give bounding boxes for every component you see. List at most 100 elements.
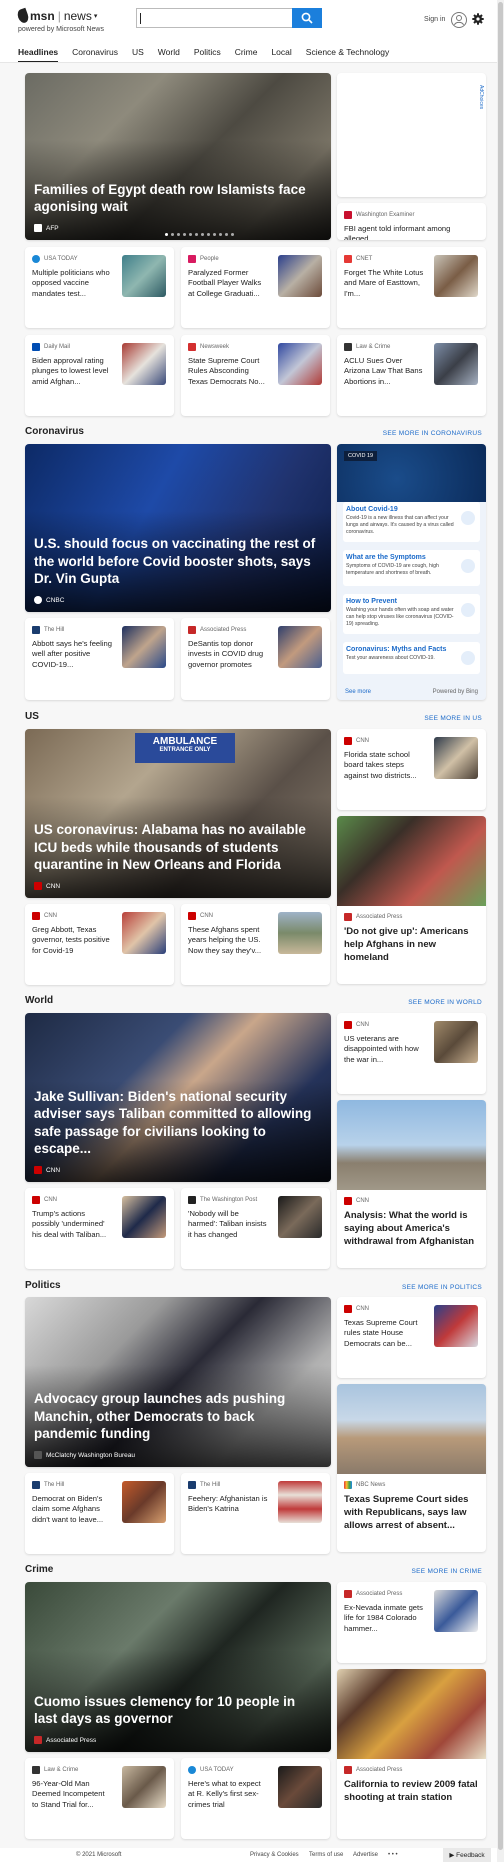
feedback-button[interactable]: ▶ Feedback <box>443 1848 491 1862</box>
brand-news: news <box>63 9 92 23</box>
covid-info-panel: COVID 19 About Covid-19 Covid-19 is a ne… <box>337 444 486 700</box>
card-thumbnail <box>122 626 166 668</box>
sign-in-link[interactable]: Sign in <box>424 16 445 23</box>
advertisement-slot[interactable]: AdChoices <box>337 73 486 197</box>
card-thumbnail <box>278 343 322 385</box>
news-card[interactable]: The Hill Abbott says he's feeling well a… <box>25 618 174 700</box>
see-more-politics-link[interactable]: SEE MORE IN POLITICS <box>402 1284 482 1291</box>
see-more-coronavirus-link[interactable]: SEE MORE IN CORONAVIRUS <box>383 430 482 437</box>
coronavirus-hero-card[interactable]: U.S. should focus on vaccinating the res… <box>25 444 331 612</box>
card-thumbnail <box>434 737 478 779</box>
side-news-card[interactable]: Washington Examiner FBI agent told infor… <box>337 203 486 240</box>
tab-politics[interactable]: Politics <box>194 47 221 63</box>
world-hero-card[interactable]: Jake Sullivan: Biden's national security… <box>25 1013 331 1182</box>
card-thumbnail <box>434 1021 478 1063</box>
brand-msn: msn <box>30 9 55 23</box>
news-card[interactable]: Law & Crime 96-Year-Old Man Deemed Incom… <box>25 1758 174 1839</box>
newsweek-logo-icon <box>188 343 196 351</box>
terms-link[interactable]: Terms of use <box>309 1852 343 1858</box>
powered-by: powered by Microsoft News <box>18 26 104 33</box>
settings-gear-icon[interactable] <box>472 12 484 30</box>
advertise-link[interactable]: Advertise <box>353 1852 378 1858</box>
see-more-world-link[interactable]: SEE MORE IN WORLD <box>408 999 482 1006</box>
carousel-dots[interactable] <box>165 233 237 236</box>
news-card[interactable]: USA TODAY Multiple politicians who oppos… <box>25 247 174 328</box>
usatoday-logo-icon <box>188 1766 196 1774</box>
adchoices-label[interactable]: AdChoices <box>478 85 484 109</box>
cnn-logo-icon <box>344 1305 352 1313</box>
ap-logo-icon <box>344 1766 352 1774</box>
cnn-logo-icon <box>34 1166 42 1174</box>
page-scrollbar[interactable] <box>497 0 504 1862</box>
us-hero-card[interactable]: AMBULANCE ENTRANCE ONLY US coronavirus: … <box>25 729 331 898</box>
thehill-logo-icon <box>32 1481 40 1489</box>
tab-world[interactable]: World <box>158 47 180 63</box>
chevron-down-icon[interactable]: ▾ <box>94 12 98 20</box>
usatoday-logo-icon <box>32 255 40 263</box>
tab-coronavirus[interactable]: Coronavirus <box>72 47 118 63</box>
ap-logo-icon <box>344 1590 352 1598</box>
news-card[interactable]: The Hill Democrat on Biden's claim some … <box>25 1473 174 1554</box>
privacy-link[interactable]: Privacy & Cookies <box>250 1852 299 1858</box>
user-avatar-icon[interactable] <box>451 12 467 28</box>
news-card[interactable]: CNN US veterans are disappointed with ho… <box>337 1013 486 1094</box>
news-card[interactable]: The Washington Post 'Nobody will be harm… <box>181 1188 330 1269</box>
mcclatchy-logo-icon <box>34 1451 42 1459</box>
news-card-tall[interactable]: NBC News Texas Supreme Court sides with … <box>337 1384 486 1552</box>
tab-science-technology[interactable]: Science & Technology <box>306 47 389 63</box>
card-title: FBI agent told informant among alleged..… <box>344 224 451 240</box>
news-card[interactable]: Associated Press Ex-Nevada inmate gets l… <box>337 1582 486 1663</box>
thehill-logo-icon <box>32 626 40 634</box>
tab-us[interactable]: US <box>132 47 144 63</box>
news-card[interactable]: USA TODAY Here's what to expect at R. Ke… <box>181 1758 330 1839</box>
card-image <box>337 1100 486 1190</box>
covid-info-prevent[interactable]: How to Prevent Washing your hands often … <box>343 594 480 634</box>
cnn-logo-icon <box>34 882 42 890</box>
section-heading-us: US <box>25 711 39 722</box>
politics-hero-card[interactable]: Advocacy group launches ads pushing Manc… <box>25 1297 331 1467</box>
see-more-us-link[interactable]: SEE MORE IN US <box>424 715 482 722</box>
scrollbar-thumb[interactable] <box>498 2 503 1850</box>
tab-crime[interactable]: Crime <box>235 47 258 63</box>
news-card[interactable]: CNN Texas Supreme Court rules state Hous… <box>337 1297 486 1378</box>
thermometer-icon <box>461 559 475 573</box>
news-card[interactable]: CNET Forget The White Lotus and Mare of … <box>337 247 486 328</box>
news-card[interactable]: CNN Trump's actions possibly 'undermined… <box>25 1188 174 1269</box>
cnn-logo-icon <box>344 1197 352 1205</box>
covid-badge: COVID 19 <box>344 451 378 461</box>
card-thumbnail <box>122 343 166 385</box>
covid-info-myths[interactable]: Coronavirus: Myths and Facts Test your a… <box>343 642 480 674</box>
card-source: Washington Examiner <box>344 211 414 219</box>
news-card[interactable]: CNN Greg Abbott, Texas governor, tests p… <box>25 904 174 985</box>
covid-info-about[interactable]: About Covid-19 Covid-19 is a new illness… <box>343 502 480 542</box>
news-card[interactable]: People Paralyzed Former Football Player … <box>181 247 330 328</box>
news-card[interactable]: Newsweek State Supreme Court Rules Absco… <box>181 335 330 416</box>
news-card[interactable]: Daily Mail Biden approval rating plunges… <box>25 335 174 416</box>
news-card-tall[interactable]: Associated Press California to review 20… <box>337 1669 486 1839</box>
more-options-icon[interactable]: • • • <box>388 1852 398 1858</box>
news-card[interactable]: CNN Florida state school board takes ste… <box>337 729 486 810</box>
source-logo-icon <box>344 211 352 219</box>
news-card[interactable]: Law & Crime ACLU Sues Over Arizona Law T… <box>337 335 486 416</box>
search-button[interactable] <box>292 8 322 28</box>
tab-headlines[interactable]: Headlines <box>18 47 59 63</box>
quiz-icon <box>461 651 475 665</box>
card-thumbnail <box>122 1766 166 1808</box>
crime-hero-card[interactable]: Cuomo issues clemency for 10 people in l… <box>25 1582 331 1752</box>
card-thumbnail <box>434 255 478 297</box>
category-nav: Headlines Coronavirus US World Politics … <box>18 47 403 63</box>
covid-info-symptoms[interactable]: What are the Symptoms Symptoms of COVID-… <box>343 550 480 586</box>
tab-local[interactable]: Local <box>271 47 291 63</box>
news-card[interactable]: The Hill Feehery: Afghanistan is Biden's… <box>181 1473 330 1554</box>
msn-logo[interactable]: msn | news ▾ <box>15 7 98 25</box>
news-card-tall[interactable]: CNN Analysis: What the world is saying a… <box>337 1100 486 1268</box>
card-image <box>337 1669 486 1759</box>
covid-see-more-link[interactable]: See more <box>345 689 371 695</box>
news-card[interactable]: Associated Press DeSantis top donor inve… <box>181 618 330 700</box>
news-card[interactable]: CNN These Afghans spent years helping th… <box>181 904 330 985</box>
nbcnews-logo-icon <box>344 1481 352 1489</box>
hero-title: Families of Egypt death row Islamists fa… <box>34 181 306 215</box>
top-hero-card[interactable]: Families of Egypt death row Islamists fa… <box>25 73 331 240</box>
news-card-tall[interactable]: Associated Press 'Do not give up': Ameri… <box>337 816 486 984</box>
see-more-crime-link[interactable]: SEE MORE IN CRIME <box>412 1568 482 1575</box>
